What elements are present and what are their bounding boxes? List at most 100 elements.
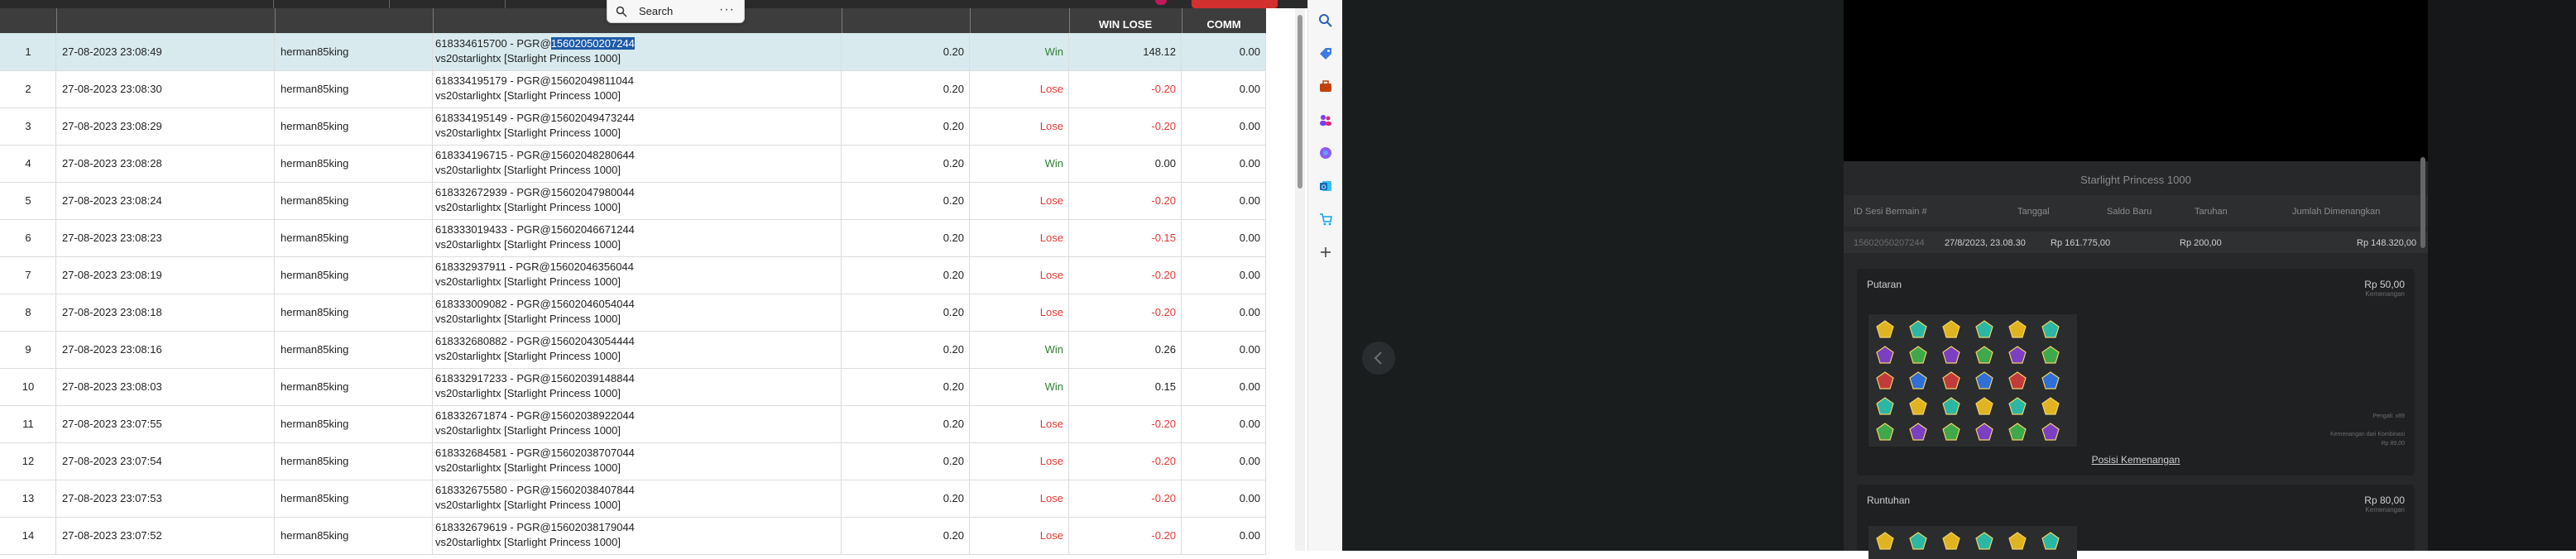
gem-symbol-icon [1941,319,1961,339]
toolbar-segment[interactable] [273,0,390,8]
cell-description[interactable]: 618332671874 - PGR@15602038922044 vs20sta… [433,405,842,442]
table-row[interactable]: 7 27-08-2023 23:08:19 herman85king 61833293… [0,256,1266,294]
row-number: 5 [25,194,31,207]
people-icon[interactable] [1318,112,1333,127]
bet-id[interactable]: 618332671874 - PGR@15602038922044 [435,409,635,422]
cart-icon[interactable] [1318,212,1333,227]
cell-status: Lose [970,480,1069,517]
bet-id[interactable]: 618332684581 - PGR@15602038707044 [435,447,635,459]
cell-description[interactable]: 618332672939 - PGR@15602047980044 vs20sta… [433,182,842,219]
detail-scrollbar[interactable] [2420,157,2425,248]
scrollbar-thumb[interactable] [1298,15,1302,189]
bet-id[interactable]: 618332680882 - PGR@15602043054444 [435,335,635,347]
table-row[interactable]: 6 27-08-2023 23:08:23 herman85king 61833301… [0,219,1266,257]
table-row[interactable]: 11 27-08-2023 23:07:55 herman85king 6183326… [0,405,1266,443]
win-lose-amount: 148.12 [1143,45,1176,58]
cell-description[interactable]: 618332675580 - PGR@15602038407844 vs20sta… [433,480,842,517]
status-text: Lose [1039,492,1063,504]
bet-amount: 0.20 [943,120,964,132]
tag-icon[interactable] [1318,46,1333,61]
cell-win-lose: 0.00 [1069,145,1182,182]
cell-description[interactable]: 618332684581 - PGR@15602038707044 vs20sta… [433,442,842,480]
cell-user: herman85king [275,405,433,442]
cell-user: herman85king [275,219,433,256]
table-row[interactable]: 8 27-08-2023 23:08:18 herman85king 61833300… [0,294,1266,332]
tumble-label: Runtuhan [1867,494,1911,506]
comm-amount: 0.00 [1239,418,1260,430]
table-row[interactable]: 14 27-08-2023 23:07:52 herman85king 6183326… [0,517,1266,555]
cell-description[interactable]: 618332679619 - PGR@15602038179044 vs20sta… [433,517,842,554]
table-row[interactable]: 12 27-08-2023 23:07:54 herman85king 6183326… [0,442,1266,480]
bet-id[interactable]: 618334615700 - PGR@15602050207244 [435,37,635,50]
previous-button[interactable] [1362,342,1395,375]
username: herman85king [281,157,349,170]
header-win-lose[interactable]: WIN LOSE [1069,18,1182,31]
cell-win-lose: -0.20 [1069,294,1182,331]
row-number: 8 [25,306,31,318]
bet-id[interactable]: 618332672939 - PGR@15602047980044 [435,186,635,198]
table-row[interactable]: 10 27-08-2023 23:08:03 herman85king 6183329… [0,368,1266,406]
symbol-grid [1868,526,2077,559]
find-bar[interactable]: Search ··· [607,0,745,23]
table-row[interactable]: 2 27-08-2023 23:08:30 herman85king 61833419… [0,70,1266,108]
cell-no: 6 [0,219,56,256]
cell-description[interactable]: 618333009082 - PGR@15602046054044 vs20sta… [433,294,842,331]
bet-id[interactable]: 618332675580 - PGR@15602038407844 [435,484,635,496]
bet-id[interactable]: 618332679619 - PGR@15602038179044 [435,521,635,533]
toolbar-segment[interactable] [0,0,274,8]
table-row[interactable]: 4 27-08-2023 23:08:28 herman85king 61833419… [0,145,1266,183]
gem-symbol-icon [1875,345,1895,365]
tumble-section: Runtuhan Rp 80,00 Kemenangan [1857,485,2415,559]
win-lose-amount: 0.26 [1154,343,1176,356]
plus-icon[interactable] [1318,245,1333,260]
cell-description[interactable]: 618332917233 - PGR@15602039148844 vs20sta… [433,368,842,405]
game-name: vs20starlightx [Starlight Princess 1000] [435,275,621,288]
table-row[interactable]: 3 27-08-2023 23:08:29 herman85king 61833419… [0,108,1266,146]
cell-win-lose: -0.20 [1069,256,1182,294]
bet-id[interactable]: 618334195179 - PGR@15602049811044 [435,74,634,87]
bet-id[interactable]: 618334195149 - PGR@15602049473244 [435,112,635,124]
bet-time: 27-08-2023 23:08:23 [62,232,162,244]
bet-time: 27-08-2023 23:07:53 [62,492,162,504]
bet-id[interactable]: 618334196715 - PGR@15602048280644 [435,149,635,161]
bet-id[interactable]: 618333009082 - PGR@15602046054044 [435,298,635,310]
table-row[interactable]: 9 27-08-2023 23:08:16 herman85king 61833268… [0,331,1266,369]
action-button[interactable] [1192,0,1278,8]
game-name: vs20starlightx [Starlight Princess 1000] [435,499,621,511]
game-name: vs20starlightx [Starlight Princess 1000] [435,127,621,139]
table-row[interactable]: 13 27-08-2023 23:07:53 herman85king 6183326… [0,480,1266,518]
win-position-link[interactable]: Posisi Kemenangan [1857,454,2415,466]
search-label[interactable]: Search [639,5,673,17]
cell-description[interactable]: 618332680882 - PGR@15602043054444 vs20sta… [433,331,842,368]
bet-id[interactable]: 618333019433 - PGR@15602046671244 [435,223,635,236]
detail-values: 15602050207244 27/8/2023, 23.08.30 Rp 16… [1844,232,2428,253]
bet-time: 27-08-2023 23:08:28 [62,157,162,170]
table-scrollbar[interactable] [1295,8,1305,551]
bet-id[interactable]: 618332917233 - PGR@15602039148844 [435,372,635,385]
cell-description[interactable]: 618334195179 - PGR@15602049811044 vs20sta… [433,70,842,108]
cell-description[interactable]: 618334195149 - PGR@15602049473244 vs20sta… [433,108,842,145]
cell-description[interactable]: 618333019433 - PGR@15602046671244 vs20sta… [433,219,842,256]
more-options-icon[interactable]: ··· [719,2,735,17]
cell-time: 27-08-2023 23:07:53 [56,480,275,517]
gem-symbol-icon [1941,396,1961,416]
copilot-icon[interactable] [1318,146,1333,160]
outlook-icon[interactable]: O [1318,179,1333,194]
selected-text: 15602050207244 [550,37,635,50]
search-icon[interactable] [1318,13,1333,28]
header-comm[interactable]: COMM [1182,18,1266,31]
bet-time: 27-08-2023 23:08:24 [62,194,162,207]
cell-bet: 0.20 [842,70,970,108]
profile-icon[interactable] [1155,0,1167,5]
cell-description[interactable]: 618334196715 - PGR@15602048280644 vs20sta… [433,145,842,182]
table-row[interactable]: 5 27-08-2023 23:08:24 herman85king 61833267… [0,182,1266,220]
table-row[interactable]: 1 27-08-2023 23:08:49 herman85king 61833461… [0,33,1266,71]
cell-description[interactable]: 618334615700 - PGR@15602050207244 vs20sta… [433,33,842,70]
cell-description[interactable]: 618332937911 - PGR@15602046356044 vs20sta… [433,256,842,294]
gem-symbol-icon [2008,345,2027,365]
bet-id[interactable]: 618332937911 - PGR@15602046356044 [435,260,634,273]
cell-no: 1 [0,33,56,70]
toolbar-segment[interactable] [389,0,506,8]
briefcase-icon[interactable] [1318,79,1333,94]
cell-status: Lose [970,294,1069,331]
